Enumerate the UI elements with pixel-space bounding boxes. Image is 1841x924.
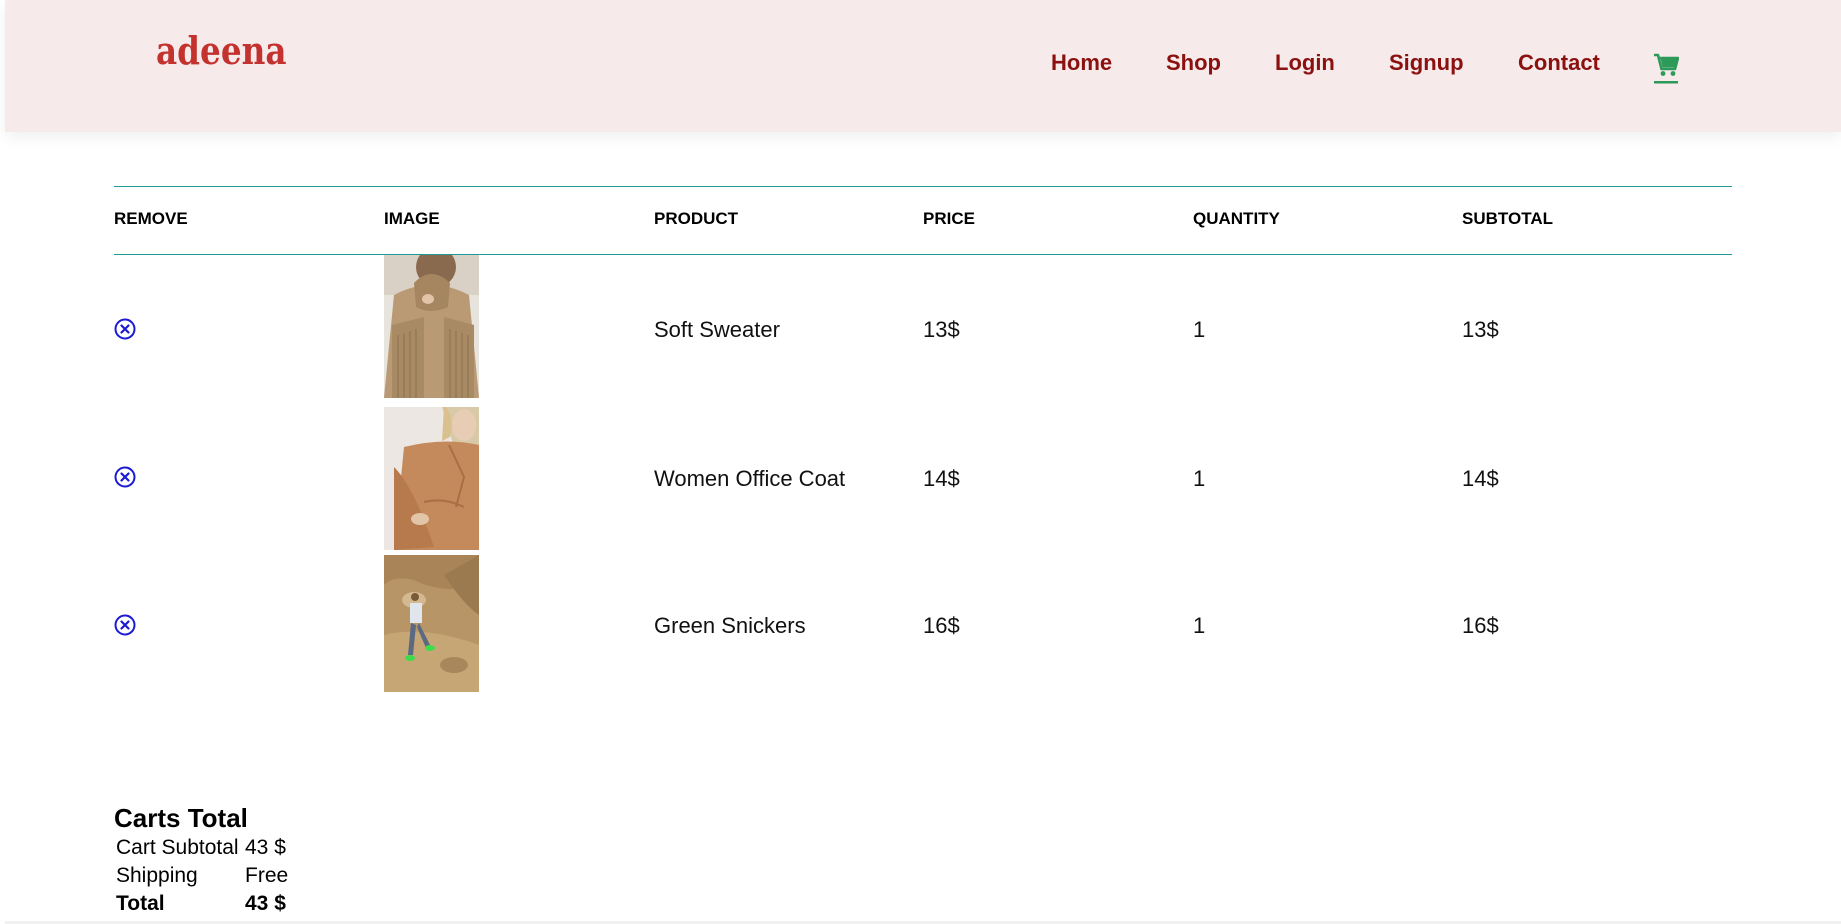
product-quantity[interactable]: 1 bbox=[1193, 317, 1205, 343]
product-image-sneakers bbox=[384, 555, 479, 692]
product-price: 16$ bbox=[923, 613, 960, 638]
nav-home[interactable]: Home bbox=[1051, 50, 1112, 76]
table-row: Soft Sweater 13$ 1 13$ bbox=[114, 255, 1732, 404]
totals-value: Free bbox=[245, 864, 289, 887]
remove-circle-icon[interactable] bbox=[114, 318, 136, 340]
cart-table: REMOVE IMAGE PRODUCT PRICE QUANTITY SUBT… bbox=[114, 186, 1732, 702]
product-subtotal: 16$ bbox=[1462, 613, 1499, 638]
nav-login[interactable]: Login bbox=[1275, 50, 1335, 76]
remove-circle-icon[interactable] bbox=[114, 466, 136, 488]
product-quantity[interactable]: 1 bbox=[1193, 466, 1205, 492]
table-row: Women Office Coat 14$ 1 14$ bbox=[114, 404, 1732, 553]
col-subtotal: SUBTOTAL bbox=[1462, 209, 1553, 228]
totals-row-subtotal: Cart Subtotal 43 $ bbox=[114, 836, 286, 864]
page: adeena Home Shop Login Signup Contact RE… bbox=[0, 0, 1841, 924]
col-price: PRICE bbox=[923, 209, 975, 228]
main-nav: Home Shop Login Signup Contact bbox=[0, 50, 1841, 80]
cart-totals: Carts Total Cart Subtotal 43 $ Shipping … bbox=[114, 803, 288, 920]
product-image-coat bbox=[384, 407, 479, 550]
product-name[interactable]: Soft Sweater bbox=[654, 317, 780, 343]
nav-contact[interactable]: Contact bbox=[1518, 50, 1600, 76]
totals-value: 43 $ bbox=[245, 892, 286, 915]
totals-row-total: Total 43 $ bbox=[114, 892, 286, 920]
page-edge bbox=[0, 0, 5, 924]
totals-value: 43 $ bbox=[245, 836, 286, 859]
product-quantity[interactable]: 1 bbox=[1193, 613, 1205, 639]
col-product: PRODUCT bbox=[654, 209, 739, 228]
nav-shop[interactable]: Shop bbox=[1166, 50, 1221, 76]
product-name[interactable]: Women Office Coat bbox=[654, 466, 845, 492]
product-subtotal: 14$ bbox=[1462, 466, 1499, 491]
nav-signup[interactable]: Signup bbox=[1389, 50, 1464, 76]
product-name[interactable]: Green Snickers bbox=[654, 613, 806, 639]
table-row: Green Snickers 16$ 1 16$ bbox=[114, 553, 1732, 702]
product-image-sweater bbox=[384, 255, 479, 398]
product-price: 14$ bbox=[923, 466, 960, 491]
totals-label: Shipping bbox=[116, 864, 198, 887]
totals-row-shipping: Shipping Free bbox=[114, 864, 288, 892]
shopping-cart-icon[interactable] bbox=[1653, 50, 1680, 84]
totals-label: Cart Subtotal bbox=[116, 836, 239, 859]
col-quantity: QUANTITY bbox=[1193, 209, 1280, 228]
product-subtotal: 13$ bbox=[1462, 317, 1499, 342]
product-price: 13$ bbox=[923, 317, 960, 342]
cart-totals-title: Carts Total bbox=[114, 803, 248, 833]
totals-label: Total bbox=[116, 892, 165, 915]
col-remove: REMOVE bbox=[114, 209, 188, 228]
cart-table-header: REMOVE IMAGE PRODUCT PRICE QUANTITY SUBT… bbox=[114, 186, 1732, 255]
remove-circle-icon[interactable] bbox=[114, 614, 136, 636]
col-image: IMAGE bbox=[384, 209, 440, 228]
